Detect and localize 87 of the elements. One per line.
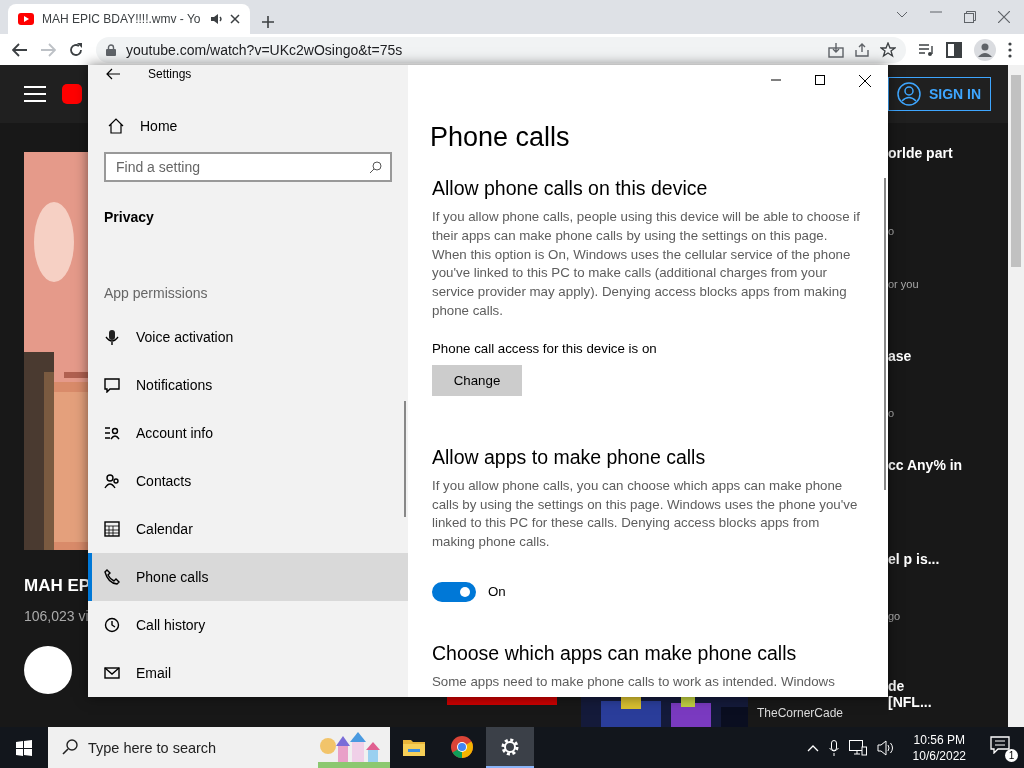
group-heading: App permissions [104, 285, 209, 301]
search-icon [62, 739, 78, 755]
nav-item[interactable]: Calendar [88, 505, 408, 553]
section-heading: Allow apps to make phone calls [432, 445, 707, 469]
clock-icon [104, 617, 120, 633]
scrollbar[interactable] [404, 401, 406, 517]
speech-bubble-icon [104, 377, 120, 393]
close-icon[interactable] [230, 14, 240, 24]
sign-in-button[interactable]: SIGN IN [888, 77, 991, 111]
page-title: Phone calls [430, 122, 571, 153]
avatar-icon[interactable] [24, 646, 72, 694]
video-meta: go [888, 610, 902, 622]
profile-icon[interactable] [974, 38, 996, 61]
nav-item[interactable]: Contacts [88, 457, 408, 505]
description: If you allow phone calls, people using this device will be able to choose if their apps can make phone calls by using the settings on this page. When this option is On, Windows uses the cellular service of the phone you've linked to this PC to make calls (additional charges from your service provider may apply). Denying access blocks apps from making phone calls. [432, 208, 861, 320]
video-title: cc Any% in [888, 457, 964, 473]
tab-title: MAH EPIC BDAY!!!!.wmv - Yo [42, 12, 202, 26]
window-title: Settings [148, 67, 192, 82]
envelope-icon [104, 665, 120, 681]
back-arrow-icon[interactable] [106, 68, 120, 81]
account-icon [897, 82, 921, 106]
star-icon[interactable] [880, 41, 896, 58]
clock[interactable]: 10:56 PM 10/6/2022 [912, 731, 966, 764]
back-arrow-icon[interactable] [12, 42, 28, 57]
nav-item[interactable]: Voice activation [88, 313, 408, 361]
network-icon[interactable] [848, 739, 867, 756]
description: Some apps need to make phone calls to work as intended. Windows [432, 672, 836, 691]
new-tab-icon[interactable] [262, 16, 274, 28]
media-queue-icon[interactable] [918, 42, 934, 57]
video-title: ase [888, 348, 913, 364]
speaker-icon[interactable] [876, 739, 895, 756]
more-menu-icon[interactable] [1008, 41, 1012, 58]
channel-name: TheCornerCade [757, 706, 844, 720]
windows-logo-icon [16, 739, 32, 756]
section-heading: Allow phone calls on this device [432, 177, 709, 200]
change-button[interactable]: Change [432, 364, 522, 396]
notification-button[interactable]: 1 [990, 735, 1018, 760]
video-title: MAH EP [24, 576, 88, 596]
video-title: el p is... [888, 551, 941, 567]
nav-item[interactable]: Phone calls [88, 553, 408, 601]
browser-tab[interactable]: MAH EPIC BDAY!!!!.wmv - Yo [8, 4, 250, 34]
taskbar-app[interactable] [486, 727, 534, 768]
scrollbar[interactable] [884, 178, 886, 490]
menu-icon[interactable] [24, 86, 46, 102]
nav-item[interactable]: Email [88, 649, 408, 697]
video-title: de [888, 678, 906, 694]
scrollbar[interactable] [1008, 65, 1024, 727]
side-panel-icon[interactable] [946, 41, 962, 58]
close-icon[interactable] [998, 11, 1010, 23]
status-label: Phone call access for this device is on [432, 340, 658, 356]
download-icon[interactable] [828, 41, 844, 58]
home-nav-item[interactable]: Home [88, 111, 408, 140]
castle-drawing [318, 732, 390, 768]
toggle-label: On [488, 584, 506, 600]
video-meta: o [888, 407, 896, 419]
video-meta: or you [888, 278, 920, 290]
address-bar[interactable]: youtube.com/watch?v=UKc2wOsingo&t=75s [96, 36, 906, 63]
search-field[interactable]: Find a setting [104, 152, 392, 182]
description: If you allow phone calls, you can choose which apps can make phone calls by using the settings on this page. Windows uses the phone you've linked to this PC for these calls. Denying access blocks apps from making phone calls. [432, 476, 859, 552]
toggle-switch[interactable] [432, 581, 476, 602]
home-icon [108, 117, 124, 134]
microphone-icon[interactable] [828, 739, 839, 756]
reload-icon[interactable] [68, 41, 84, 58]
chevron-down-icon[interactable] [896, 11, 908, 19]
section-heading: Choose which apps can make phone calls [432, 641, 798, 665]
search-field[interactable]: Type here to search [48, 727, 390, 768]
share-icon[interactable] [854, 41, 870, 58]
microphone-icon [104, 329, 120, 345]
calendar-icon [104, 521, 120, 537]
phone-icon [104, 569, 120, 585]
section-heading: Privacy [104, 209, 155, 225]
browser-icon [450, 734, 474, 759]
nav-item[interactable]: Call history [88, 601, 408, 649]
nav-item[interactable]: Notifications [88, 361, 408, 409]
chevron-up-icon[interactable] [806, 743, 819, 752]
contacts-icon [104, 473, 120, 489]
view-count: 106,023 vi [24, 608, 88, 624]
video-meta: o [888, 225, 896, 237]
lock-icon [106, 43, 116, 56]
speech-bubble-icon [990, 735, 1010, 754]
account-list-icon [104, 425, 120, 441]
speaker-icon [210, 13, 222, 25]
search-icon [370, 161, 382, 173]
nav-item[interactable]: Account info [88, 409, 408, 457]
video-title: [NFL... [888, 694, 933, 710]
video-title: orlde part [888, 145, 954, 161]
restore-icon[interactable] [964, 11, 976, 23]
